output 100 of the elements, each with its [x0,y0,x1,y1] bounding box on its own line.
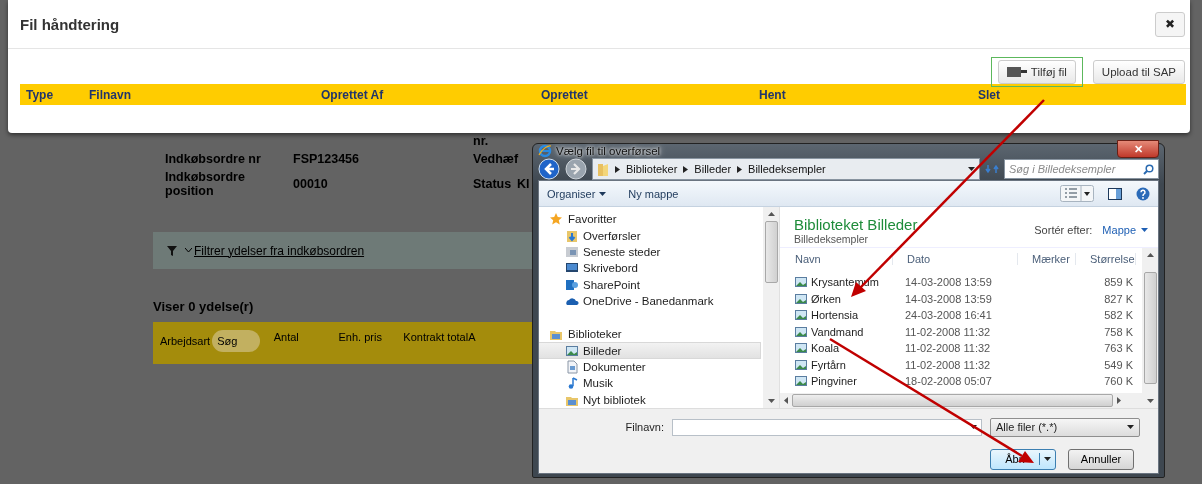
chevron-right-icon [615,165,620,173]
file-size: 758 K [1103,325,1134,338]
file-date: 14-03-2008 13:59 [904,292,993,305]
modal-title: Fil håndtering [20,15,120,33]
add-file-button[interactable]: Tilføj fil [997,60,1076,84]
column-header: Slet [978,87,1001,102]
breadcrumb[interactable]: Billedeksempler [748,163,826,175]
filename-label: Filnavn: [624,421,664,434]
column-header: Enh. pris [338,330,383,345]
column-header: Antal [273,330,300,345]
scrollbar[interactable] [1142,248,1158,408]
nav-item[interactable]: Billeder [539,342,761,359]
nav-item[interactable]: SharePoint [539,276,761,293]
new-folder-button[interactable]: Ny mappe [628,187,679,200]
column-header: Oprettet Af [321,87,385,102]
file-size: 549 K [1103,358,1134,371]
search-field[interactable]: Søg [212,330,261,352]
file-name[interactable]: Pingviner [780,374,892,389]
file-date: 14-03-2008 13:59 [904,276,993,289]
plug-icon [1006,66,1027,78]
scroll-down-icon[interactable] [767,398,775,403]
document-icon [565,359,579,374]
file-date: 11-02-2008 11:32 [904,358,992,371]
column-header: Kontrakt total [403,330,469,345]
file-name[interactable]: Fyrtårn [780,357,892,372]
file-size: 763 K [1103,342,1134,355]
search-field[interactable]: Søg i Billedeksempler [1004,159,1159,179]
dropdown-arrow-icon [1044,457,1051,462]
browser-icon [538,144,552,158]
sort-dropdown[interactable]: Mappe [1102,224,1148,236]
column-header: Hent [759,87,787,102]
scroll-right-icon[interactable] [1116,396,1121,404]
dropdown-arrow-icon [1141,228,1148,232]
dialog-title: Vælg fil til overførsel [556,145,661,157]
address-bar[interactable]: Biblioteker Billeder Billedeksempler [592,158,980,180]
cancel-button[interactable]: Annuller [1068,448,1134,470]
scroll-up-icon[interactable] [767,212,775,216]
back-icon[interactable] [538,158,560,180]
scrollbar[interactable] [780,392,1142,408]
image-icon [794,308,808,323]
nav-item[interactable]: Overførsler [539,227,761,244]
nav-item[interactable]: OneDrive - Banedanmark [539,292,761,309]
chevron-down-icon [185,248,192,253]
download-icon [565,228,579,243]
nav-group[interactable]: Biblioteker [539,326,763,343]
help-icon[interactable] [1136,186,1150,201]
column-header: A [468,330,477,345]
breadcrumb[interactable]: Billeder [694,163,732,175]
nav-item[interactable]: Nyt bibliotek [539,391,761,408]
dropdown-arrow-icon [970,425,977,430]
nav-item[interactable]: Skrivebord [539,260,761,277]
share-icon [565,277,579,292]
dropdown-arrow-icon [599,191,607,196]
scrollbar[interactable] [763,207,779,408]
upload-button[interactable]: Upload til SAP [1092,60,1185,84]
file-date: 11-02-2008 11:32 [904,325,992,338]
chevron-right-icon [737,165,743,173]
column-header[interactable]: Mærker [1018,253,1076,265]
breadcrumb[interactable]: Biblioteker [626,163,678,175]
forward-icon[interactable] [565,158,587,180]
result-count: Viser 0 ydelse(r) [153,299,254,314]
image-icon [794,357,808,372]
column-header[interactable]: Størrelse [1076,253,1136,265]
file-name[interactable]: Hortensia [780,308,892,323]
field-label: Vedhæf [473,152,517,166]
library-subtitle: Billedeksempler [794,232,870,245]
column-header[interactable]: Navn [781,253,893,265]
search-icon [1143,163,1154,175]
image-icon [794,341,808,356]
library-title: Biblioteket Billeder [794,215,918,233]
file-size: 760 K [1103,375,1134,388]
close-button[interactable]: ✖ [1155,11,1185,37]
scroll-up-icon[interactable] [1146,253,1154,257]
image-icon [794,275,808,290]
nav-group[interactable]: Favoritter [539,211,763,228]
folder-icon [597,162,609,176]
file-name[interactable]: Ørken [780,291,892,306]
file-size: 582 K [1103,309,1134,322]
nav-item[interactable]: Seneste steder [539,243,761,261]
image-icon [794,291,808,306]
filter-link[interactable]: Filtrer ydelser fra indkøbsordren [194,243,365,258]
filename-field[interactable] [672,418,982,436]
field-label: Indkøbsordre nr [165,152,262,166]
preview-pane-icon[interactable] [1108,187,1122,200]
file-name[interactable]: Vandmand [780,324,892,339]
organize-menu[interactable]: Organiser [547,187,607,200]
scroll-left-icon[interactable] [784,396,788,404]
sort-label: Sortér efter: [1034,224,1093,236]
close-button[interactable]: ✕ [1117,140,1159,158]
scroll-down-icon[interactable] [1146,398,1154,403]
file-name[interactable]: Koala [780,341,892,356]
column-header: Filnavn [89,87,132,102]
file-type-dropdown[interactable]: Alle filer (*.*) [990,417,1140,437]
field-value: Kl [517,177,531,191]
dropdown-arrow-icon [968,167,975,171]
view-options-icon[interactable] [1060,185,1094,202]
column-header[interactable]: Dato [893,253,1018,265]
nav-item[interactable]: Dokumenter [539,358,761,376]
column-header: Type [25,87,55,102]
nav-item[interactable]: Musik [539,375,761,392]
